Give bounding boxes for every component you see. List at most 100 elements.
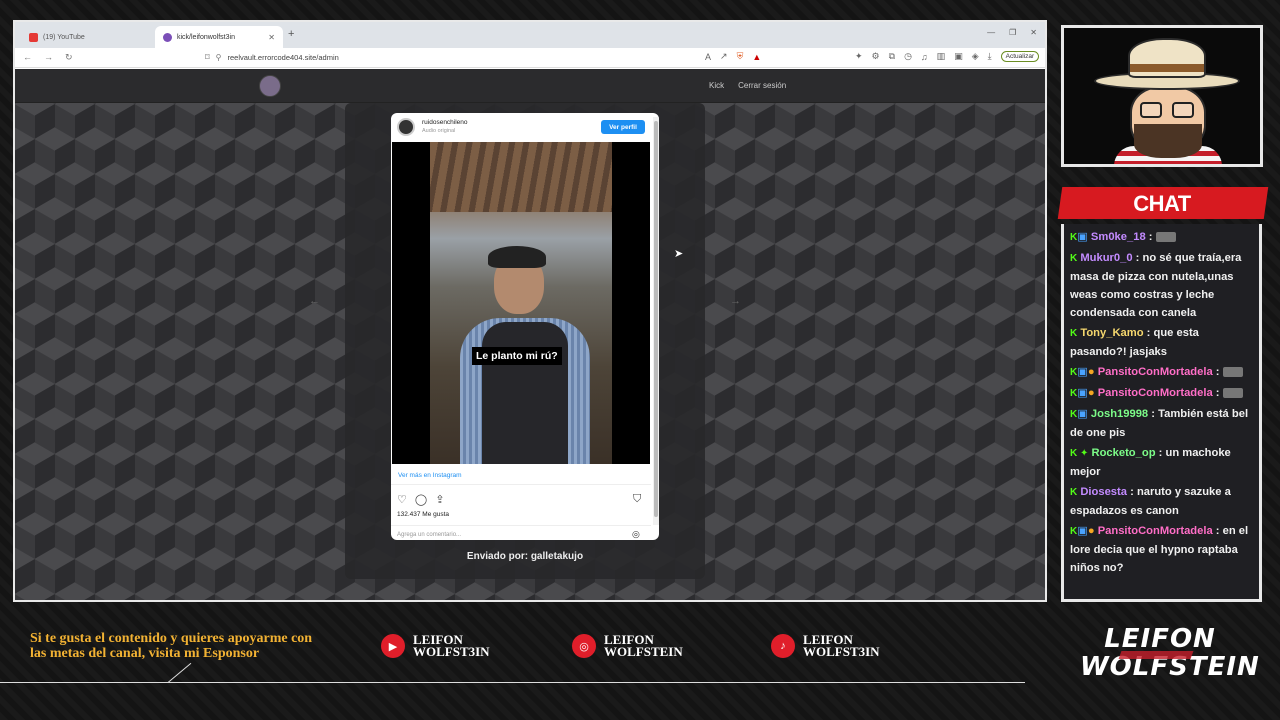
chat-panel: K▣ Sm0ke_18 : K Mukur0_0 : no sé que tra… — [1061, 224, 1262, 602]
view-more-link[interactable]: Ver más en Instagram — [398, 472, 462, 479]
chat-username: PansitoConMortadela — [1097, 366, 1213, 378]
warning-icon[interactable]: ▲ — [752, 52, 761, 62]
close-window-icon[interactable]: ✕ — [1030, 28, 1037, 37]
youtube-icon: ▶ — [381, 634, 405, 658]
chat-message: K Mukur0_0 : no sé que traía,era masa de… — [1070, 252, 1242, 319]
chat-message: K ✦ Rocketo_op : un machoke mejor — [1070, 447, 1231, 478]
site-header: Kick Cerrar sesión — [15, 69, 1045, 103]
bookmark-icon[interactable]: ⌑ — [205, 52, 210, 63]
kick-link[interactable]: Kick — [709, 81, 724, 90]
address-bar-row: ← → ↻ ⌑ ⚲ reelvault.errorcode404.site/ad… — [15, 48, 1045, 68]
save-icon[interactable]: ⛉ — [633, 493, 641, 506]
social-name: LEIFON WOLFST3IN — [413, 633, 490, 659]
page-scrollbar[interactable] — [1045, 69, 1047, 602]
chat-username: Sm0ke_18 — [1090, 231, 1146, 243]
browser-window: (19) YouTube kick/leifonwolfst3in ✕ + — … — [13, 20, 1047, 602]
share-icon[interactable]: ⇪ — [435, 493, 444, 506]
history-icon[interactable]: ◷ — [904, 51, 912, 62]
site-nav: Kick Cerrar sesión — [709, 81, 786, 90]
channel-logo: LEIFON WOLFSTEIN — [1080, 624, 1259, 689]
back-icon[interactable]: ← — [23, 52, 32, 63]
prev-arrow-icon[interactable]: ← — [309, 295, 320, 307]
emote-icon — [1222, 367, 1243, 378]
chat-username: PansitoConMortadela — [1097, 525, 1213, 537]
avatar-beard — [1134, 124, 1202, 158]
post-username[interactable]: ruidosenchileno — [422, 119, 468, 126]
embed-scrollbar[interactable] — [653, 117, 659, 525]
sub-badge-icon: ▣ — [1077, 366, 1088, 378]
webcam-overlay — [1061, 25, 1263, 167]
kick-badge-icon: K — [1070, 253, 1078, 264]
social-instagram: ◎ LEIFON WOLFSTEIN — [572, 633, 683, 658]
chat-username: Mukur0_0 — [1080, 252, 1133, 264]
divider — [391, 484, 651, 485]
new-tab-button[interactable]: + — [288, 28, 294, 40]
logo-line1: LEIFON — [1104, 624, 1216, 654]
site-avatar[interactable] — [259, 75, 281, 97]
sponsor-text: Si te gusta el contenido y quieres apoya… — [30, 631, 313, 661]
social-name-line2: WOLFST3IN — [413, 644, 490, 659]
video-roof — [430, 142, 612, 212]
sub-badge-icon: ▣ — [1077, 231, 1088, 243]
reel-video[interactable]: Le planto mi rú? — [392, 142, 650, 464]
vpn-icon[interactable]: ◈ — [972, 51, 979, 62]
chat-message: K▣ Josh19998 : También está bel de one p… — [1070, 408, 1249, 439]
music-icon[interactable]: ♫ — [921, 52, 928, 62]
chat-username: Josh19998 — [1090, 408, 1149, 420]
like-icon[interactable]: ♡ — [397, 493, 407, 506]
scrollbar-thumb[interactable] — [654, 121, 658, 517]
close-tab-icon[interactable]: ✕ — [268, 33, 275, 42]
like-count: 132.437 Me gusta — [397, 511, 450, 518]
chat-header: CHAT — [1054, 185, 1270, 221]
tab-kick[interactable]: kick/leifonwolfst3in ✕ — [155, 26, 283, 48]
tab-youtube[interactable]: (19) YouTube — [21, 26, 149, 48]
comment-icon[interactable]: ◯ — [415, 493, 427, 506]
view-profile-button[interactable]: Ver perfil — [601, 120, 645, 134]
forward-icon[interactable]: → — [44, 52, 53, 63]
extension-icon[interactable]: ⚙ — [872, 51, 880, 62]
wallet-icon[interactable]: ▣ — [954, 51, 963, 62]
sub-badge-icon: ▣ — [1077, 525, 1088, 537]
screenshot-icon[interactable]: ⧉ — [889, 51, 895, 62]
chat-message: K▣● PansitoConMortadela : en el lore dec… — [1070, 525, 1249, 574]
download-icon[interactable]: ⤓ — [988, 51, 992, 62]
translate-icon[interactable]: A — [705, 52, 711, 62]
chat-message: K▣● PansitoConMortadela : — [1070, 384, 1253, 403]
kick-badge-icon: K ✦ — [1070, 448, 1089, 459]
emote-icon — [1222, 388, 1243, 399]
post-actions: ♡ ◯ ⇪ — [397, 493, 444, 506]
share-icon[interactable]: ↗ — [720, 51, 728, 62]
url-field[interactable]: ⌑ ⚲ reelvault.errorcode404.site/admin — [205, 52, 339, 63]
kick-favicon-icon — [163, 32, 172, 42]
comment-input[interactable]: Agrega un comentario... — [397, 532, 461, 538]
sub-badge-icon: ▣ — [1077, 408, 1088, 420]
pin-icon[interactable]: ✦ — [855, 51, 863, 62]
page-content: Kick Cerrar sesión ← → ruidosenchileno A… — [15, 69, 1045, 600]
avatar-glasses-right — [1172, 102, 1194, 118]
chat-username: Diosesta — [1080, 486, 1127, 498]
sidebar-icon[interactable]: ▥ — [937, 51, 946, 62]
logout-link[interactable]: Cerrar sesión — [738, 81, 786, 90]
reload-icon[interactable]: ↻ — [65, 52, 73, 63]
video-caption: Le planto mi rú? — [472, 347, 562, 365]
video-frame: Le planto mi rú? — [430, 142, 612, 464]
tab-label: (19) YouTube — [43, 33, 85, 41]
update-button[interactable]: Actualizar — [1000, 51, 1040, 62]
url-text: reelvault.errorcode404.site/admin — [227, 53, 339, 62]
minimize-icon[interactable]: — — [987, 28, 995, 37]
mouse-cursor-icon: ➤ — [674, 248, 684, 260]
restore-icon[interactable]: ❐ — [1009, 28, 1016, 37]
profile-avatar[interactable] — [397, 118, 415, 136]
chat-message: K Tony_Kamo : que esta pasando?! jasjaks — [1070, 327, 1199, 358]
next-arrow-icon[interactable]: → — [730, 295, 741, 307]
instagram-embed: ruidosenchileno Audio original Ver perfi… — [391, 113, 659, 540]
nav-buttons: ← → ↻ — [23, 52, 73, 63]
kick-badge-icon: K — [1070, 487, 1078, 498]
footer-divider — [0, 682, 1025, 683]
video-person-cap — [488, 246, 546, 268]
instagram-icon[interactable]: ◎ — [632, 529, 640, 540]
site-info-icon[interactable]: ⚲ — [216, 53, 222, 62]
shield-icon[interactable]: ⛨ — [737, 51, 744, 62]
post-audio[interactable]: Audio original — [422, 128, 455, 134]
tiktok-icon: ♪ — [771, 634, 795, 658]
